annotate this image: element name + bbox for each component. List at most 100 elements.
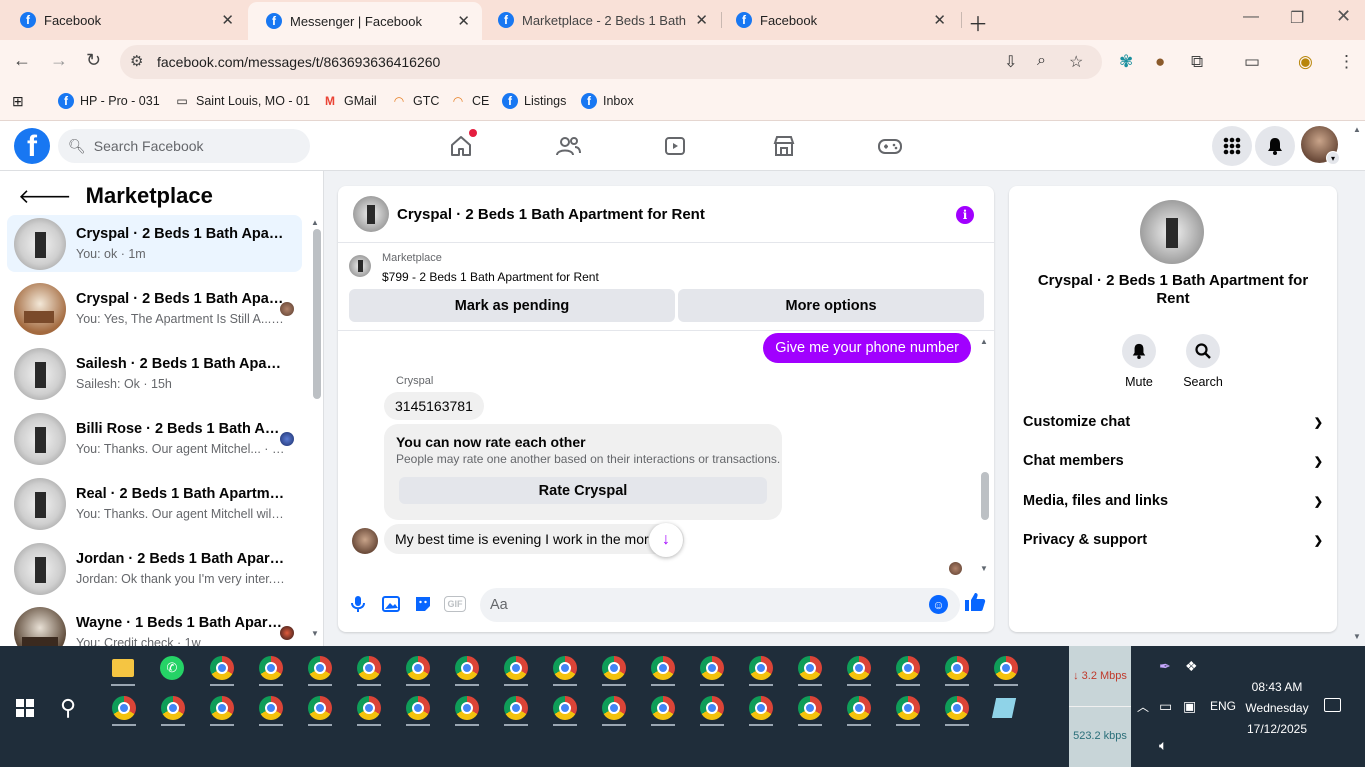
chrome-icon[interactable] [355,694,383,726]
new-tab-icon[interactable]: ＋ [968,8,988,37]
notifications-button[interactable] [1255,126,1295,166]
chrome-icon[interactable] [257,654,285,686]
listing-price-title[interactable]: $799 - 2 Beds 1 Bath Apartment for Rent [382,270,599,284]
home-nav-icon[interactable] [448,129,477,159]
minimize-icon[interactable]: — [1243,8,1259,26]
chrome-icon[interactable] [551,654,579,686]
back-arrow-icon[interactable]: ← [13,50,31,71]
close-tab-icon[interactable]: ✕ [695,11,708,29]
facebook-search[interactable]: 🔍︎ [58,129,310,163]
conversation-item[interactable]: Real · 2 Beds 1 Bath Apartment f... You:… [7,475,302,532]
media-files-links-section[interactable]: Media, files and links ❯ [1023,489,1323,513]
photo-icon[interactable] [380,593,402,615]
bookmark-hp-pro[interactable]: f HP - Pro - 031 [58,93,160,109]
bookmark-saint-louis[interactable]: ▭ Saint Louis, MO - 01 [174,93,310,109]
network-speed-widget[interactable]: ↓ 3.2 Mbps 523.2 kbps [1069,646,1131,767]
close-window-icon[interactable]: ✕ [1336,6,1351,27]
chrome-icon[interactable] [257,694,285,726]
bookmark-listings[interactable]: f Listings [502,93,566,109]
chrome-icon[interactable] [649,694,677,726]
chrome-icon[interactable] [453,694,481,726]
address-url[interactable]: facebook.com/messages/t/863693636416260 [157,54,440,70]
tab-search-icon[interactable]: ▭ [1244,52,1260,72]
chrome-icon[interactable] [796,654,824,686]
restore-icon[interactable]: ❐ [1290,8,1304,28]
zoom-icon[interactable]: ⌕ [1037,52,1046,70]
battery-tray-icon[interactable]: ▭ [1159,698,1172,715]
page-scroll-down-arrow-icon[interactable]: ▼ [1353,632,1361,641]
video-nav-icon[interactable] [662,133,688,159]
chrome-icon[interactable] [502,654,530,686]
forward-arrow-icon[interactable]: → [50,50,68,71]
chrome-icon[interactable] [845,694,873,726]
profile-icon[interactable]: ◉ [1298,52,1313,72]
bookmark-inbox[interactable]: f Inbox [581,93,634,109]
extension-icon[interactable]: ✾ [1119,52,1133,72]
chrome-icon[interactable] [159,694,187,726]
taskbar-search-icon[interactable]: ⚲ [60,695,76,721]
action-center-icon[interactable] [1324,698,1341,712]
mark-as-pending-button[interactable]: Mark as pending [349,289,675,322]
conversation-item[interactable]: Cryspal · 2 Beds 1 Bath Apart... You: Ye… [7,280,302,337]
browser-menu-icon[interactable]: ⋮ [1338,52,1355,72]
chrome-icon[interactable] [796,694,824,726]
conversation-item[interactable]: Sailesh · 2 Beds 1 Bath Apartme... Saile… [7,345,302,402]
sticker-icon[interactable] [412,593,434,615]
bookmark-gtc[interactable]: ◠ GTC [391,93,440,109]
gaming-nav-icon[interactable] [877,133,903,159]
scroll-down-arrow-icon[interactable]: ▼ [980,564,988,573]
scroll-to-bottom-button[interactable]: ↓ [649,523,683,557]
bookmark-star-icon[interactable]: ☆ [1069,52,1083,72]
chrome-icon[interactable] [600,694,628,726]
browser-tab-marketplace[interactable]: f Marketplace - 2 Beds 1 Bath Ap ✕ [480,0,720,40]
search-conversation-action[interactable]: Search [1173,334,1233,389]
privacy-support-section[interactable]: Privacy & support ❯ [1023,528,1323,552]
incoming-message[interactable]: 3145163781 [384,392,484,420]
address-bar[interactable]: ⚙ facebook.com/messages/t/86369363641626… [120,45,1102,79]
chrome-icon[interactable] [992,654,1020,686]
browser-tab-facebook-2[interactable]: f Facebook ✕ [718,0,958,40]
conversation-item[interactable]: Wayne · 1 Beds 1 Bath Apartm... You: Cre… [7,604,302,646]
chrome-icon[interactable] [845,654,873,686]
customize-chat-section[interactable]: Customize chat ❯ [1023,410,1323,434]
chrome-icon[interactable] [306,654,334,686]
close-tab-icon[interactable]: ✕ [221,11,234,29]
facebook-search-input[interactable] [93,138,294,154]
chrome-icon[interactable] [943,694,971,726]
site-settings-icon[interactable]: ⚙ [130,52,143,70]
input-language[interactable]: ENG [1210,699,1236,713]
chrome-icon[interactable] [894,694,922,726]
sender-avatar[interactable] [352,528,378,554]
show-hidden-icons-chevron-icon[interactable]: ︿ [1137,698,1149,715]
mute-action[interactable]: Mute [1109,334,1169,389]
feather-tray-icon[interactable]: ✒ [1159,658,1171,675]
reload-icon[interactable]: ↻ [86,50,101,71]
chrome-icon[interactable] [600,654,628,686]
page-scroll-up-arrow-icon[interactable]: ▲ [1353,125,1361,134]
bookmark-ce[interactable]: ◠ CE [450,93,490,109]
notepad-icon[interactable] [990,694,1018,722]
chrome-icon[interactable] [306,694,334,726]
chrome-icon[interactable] [404,694,432,726]
chrome-icon[interactable] [747,654,775,686]
conversation-list-scrollbar[interactable] [313,229,321,399]
chrome-icon[interactable] [894,654,922,686]
browser-tab-messenger[interactable]: f Messenger | Facebook ✕ [248,2,482,40]
chrome-icon[interactable] [208,694,236,726]
chrome-icon[interactable] [551,694,579,726]
conversation-avatar[interactable] [1140,200,1204,264]
menu-grid-button[interactable] [1212,126,1252,166]
install-app-icon[interactable]: ⇩ [1004,52,1017,72]
windows-start-icon[interactable] [16,699,34,717]
conversation-item[interactable]: Billi Rose · 2 Beds 1 Bath Apar... You: … [7,410,302,467]
chat-members-section[interactable]: Chat members ❯ [1023,449,1323,473]
back-arrow-icon[interactable]: 🡐 [18,184,72,209]
cookie-extension-icon[interactable]: ● [1155,52,1165,72]
chrome-icon[interactable] [110,694,138,726]
chrome-icon[interactable] [502,694,530,726]
system-clock[interactable]: 08:43 AM Wednesday 17/12/2025 [1240,677,1314,740]
chrome-icon[interactable] [404,654,432,686]
microphone-icon[interactable] [347,593,369,615]
more-options-button[interactable]: More options [678,289,984,322]
whatsapp-icon[interactable]: ✆ [158,654,186,682]
